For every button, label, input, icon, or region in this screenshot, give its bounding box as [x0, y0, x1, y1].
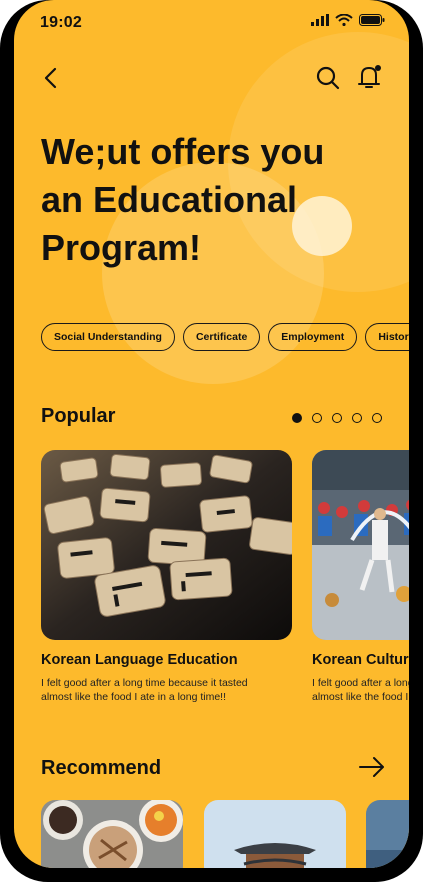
- signal-icon: [311, 14, 329, 26]
- card-korean-language-title[interactable]: Korean Language Education: [41, 652, 238, 668]
- arrow-right-icon[interactable]: [358, 756, 386, 778]
- card-korean-cultural-image[interactable]: [312, 450, 409, 640]
- wifi-icon: [335, 14, 353, 26]
- app-screen: 19:02 We;ut offers you an Educational Pr…: [14, 0, 409, 868]
- bell-icon[interactable]: [354, 62, 384, 92]
- chip-employment[interactable]: Employment: [268, 323, 358, 351]
- status-time: 19:02: [40, 14, 82, 31]
- carousel-dot-4[interactable]: [352, 413, 362, 423]
- top-nav: [14, 60, 409, 96]
- card-korean-language-image[interactable]: [41, 450, 292, 640]
- search-icon[interactable]: [314, 64, 342, 92]
- hero-heading: We;ut offers you an Educational Program!: [41, 128, 361, 272]
- card-korean-cultural-desc: I felt good after a long time because it…: [312, 677, 409, 703]
- chip-certificate[interactable]: Certificate: [182, 323, 261, 351]
- card-korean-language-desc: I felt good after a long time because it…: [41, 677, 248, 703]
- hero-line-2: an Educational: [41, 179, 298, 220]
- status-icons: [311, 14, 385, 26]
- recommend-card-food-image[interactable]: [41, 800, 183, 868]
- recommend-title: Recommend: [41, 757, 162, 779]
- hero-line-3: Program!: [41, 227, 202, 268]
- popular-title: Popular: [41, 405, 116, 427]
- hero-line-1: We;ut offers you: [41, 131, 325, 172]
- chip-history[interactable]: History: [365, 323, 409, 351]
- carousel-dot-3[interactable]: [332, 413, 342, 423]
- recommend-card-palace-image[interactable]: [204, 800, 346, 868]
- carousel-dots: [292, 413, 382, 423]
- food-photo: [41, 800, 183, 868]
- category-chips: Social Understanding Certificate Employm…: [41, 323, 409, 351]
- card-korean-cultural-title[interactable]: Korean Cultural: [312, 652, 409, 668]
- chip-social-understanding[interactable]: Social Understanding: [41, 323, 175, 351]
- dance-photo: [312, 450, 409, 640]
- carousel-dot-2[interactable]: [312, 413, 322, 423]
- carousel-dot-1[interactable]: [292, 413, 302, 423]
- status-bar: 19:02: [14, 0, 409, 32]
- back-arrow-icon[interactable]: [38, 64, 66, 92]
- tiles-photo: [41, 450, 292, 640]
- battery-icon: [359, 14, 385, 26]
- recommend-card-third-image[interactable]: [366, 800, 409, 868]
- carousel-dot-5[interactable]: [372, 413, 382, 423]
- palace-photo: [204, 800, 346, 868]
- phone-frame: 19:02 We;ut offers you an Educational Pr…: [0, 0, 423, 882]
- landscape-photo: [366, 800, 409, 868]
